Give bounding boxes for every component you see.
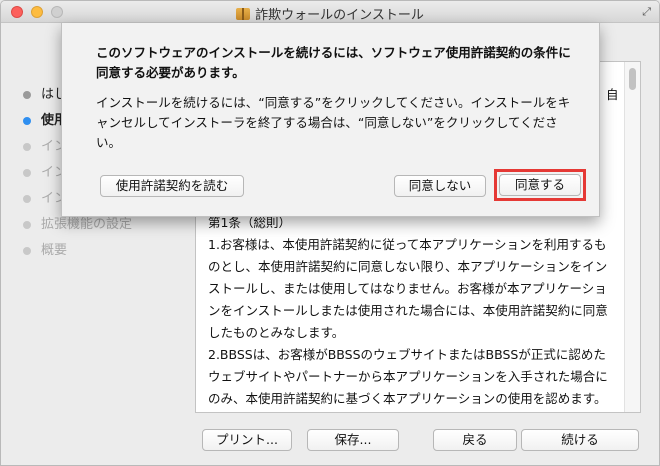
step-label: 概要 <box>41 243 68 258</box>
step-extension-settings: 拡張機能の設定 <box>23 215 183 241</box>
read-license-button[interactable]: 使用許諾契約を読む <box>100 175 244 197</box>
step-summary: 概要 <box>23 241 183 267</box>
license-paragraph: 2.BBSSは、お客様がBBSSのウェブサイトまたはBBSSが正式に認めたウェブ… <box>208 347 608 406</box>
sheet-message: インストールを続けるには、“同意する”をクリックしてください。インストールをキャ… <box>96 95 571 150</box>
agreement-sheet: このソフトウェアのインストールを続けるには、ソフトウェア使用許諾契約の条件に同意… <box>61 23 600 217</box>
step-bullet <box>23 91 31 99</box>
window-title-wrap: 詐欺ウォールのインストール <box>1 4 659 23</box>
step-bullet <box>23 169 31 177</box>
back-button[interactable]: 戻る <box>433 429 517 451</box>
step-bullet <box>23 143 31 151</box>
step-bullet <box>23 221 31 229</box>
disagree-button[interactable]: 同意しない <box>394 175 486 197</box>
license-paragraph: 1.お客様は、本使用許諾契約に従って本アプリケーションを利用するものとし、本使用… <box>208 237 608 340</box>
vertical-scrollbar[interactable] <box>624 62 640 412</box>
save-button[interactable]: 保存... <box>307 429 399 451</box>
step-bullet <box>23 117 31 125</box>
step-bullet <box>23 195 31 203</box>
license-fragment: 自 <box>606 87 619 102</box>
agree-button[interactable]: 同意する <box>499 174 581 196</box>
package-icon <box>236 8 251 20</box>
fullscreen-icon[interactable]: ⤢ <box>642 5 651 19</box>
sheet-heading: このソフトウェアのインストールを続けるには、ソフトウェア使用許諾契約の条件に同意… <box>96 45 571 80</box>
installer-window: 詐欺ウォールのインストール ⤢ はじめに 使用許諾契約 インストール先 インスト… <box>0 0 660 466</box>
continue-button[interactable]: 続ける <box>521 429 639 451</box>
window-title: 詐欺ウォールのインストール <box>255 8 424 23</box>
license-text: 第1条（総則） 1.お客様は、本使用許諾契約に従って本アプリケーションを利用する… <box>208 212 612 412</box>
scrollbar-thumb[interactable] <box>629 68 636 90</box>
step-bullet <box>23 247 31 255</box>
step-label: 拡張機能の設定 <box>41 217 133 232</box>
title-bar: 詐欺ウォールのインストール ⤢ <box>1 1 659 23</box>
print-button[interactable]: プリント... <box>202 429 292 451</box>
